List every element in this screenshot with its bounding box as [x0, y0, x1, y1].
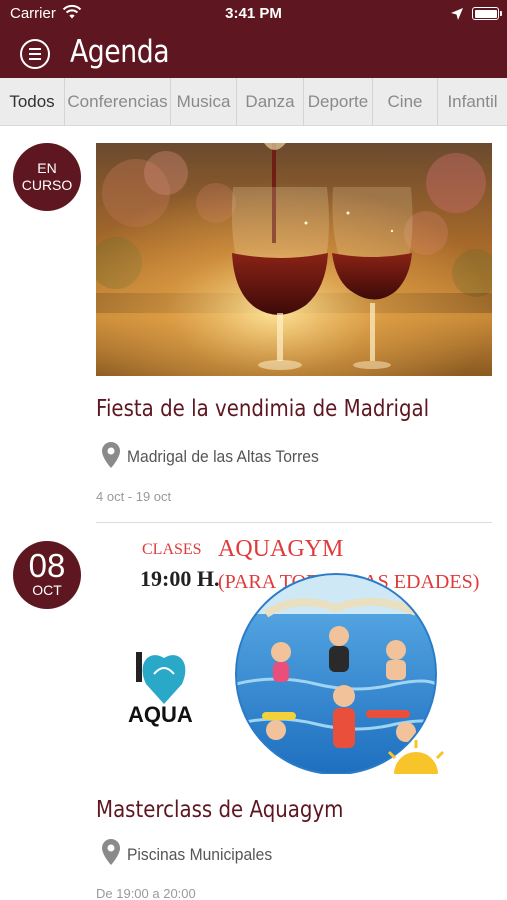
- tab-infantil[interactable]: Infantil: [438, 78, 507, 125]
- badge-day: 08: [28, 547, 66, 584]
- wine-glasses-photo: [96, 143, 492, 376]
- nav-bar: Agenda: [0, 28, 507, 78]
- clock: 3:41 PM: [225, 5, 282, 22]
- event-title[interactable]: Fiesta de la vendimia de Madrigal: [96, 396, 429, 422]
- poster-heading: AQUAGYM: [218, 536, 343, 562]
- tab-danza[interactable]: Danza: [237, 78, 304, 125]
- divider: [96, 522, 492, 523]
- category-tabs: Todos Conferencias Musica Danza Deporte …: [0, 78, 507, 126]
- location-arrow-icon: [451, 8, 463, 20]
- tab-musica[interactable]: Musica: [171, 78, 237, 125]
- event-date: 4 oct - 19 oct: [96, 489, 172, 504]
- status-bar: Carrier 3:41 PM: [0, 0, 507, 28]
- location-pin-icon: [102, 839, 120, 865]
- tab-cine[interactable]: Cine: [373, 78, 438, 125]
- aquagym-poster: CLASES AQUAGYM 19:00 H. (PARA TODAS LAS …: [128, 536, 479, 774]
- poster-classes-text: CLASES: [142, 541, 202, 558]
- hamburger-menu-icon[interactable]: [20, 39, 50, 69]
- tab-deporte[interactable]: Deporte: [304, 78, 373, 125]
- status-badge: EN CURSO: [13, 143, 81, 211]
- battery-icon: [472, 7, 502, 20]
- event-image[interactable]: CLASES AQUAGYM 19:00 H. (PARA TODAS LAS …: [96, 534, 492, 774]
- badge-month: OCT: [32, 582, 62, 598]
- event-title[interactable]: Masterclass de Aquagym: [96, 797, 343, 823]
- poster-logo-text: AQUA: [128, 702, 193, 727]
- event-location: Madrigal de las Altas Torres: [127, 447, 319, 466]
- event-image[interactable]: [96, 143, 492, 376]
- event-location: Piscinas Municipales: [127, 845, 273, 864]
- location-pin-icon: [102, 442, 120, 468]
- page-title: Agenda: [70, 34, 170, 70]
- event-date: De 19:00 a 20:00: [96, 886, 196, 900]
- poster-time: 19:00 H.: [140, 566, 219, 591]
- date-badge: 08 OCT: [13, 541, 81, 609]
- tab-todos[interactable]: Todos: [0, 78, 65, 125]
- badge-line-2: CURSO: [21, 177, 73, 193]
- tab-conferencias[interactable]: Conferencias: [65, 78, 171, 125]
- badge-line-1: EN: [37, 160, 57, 176]
